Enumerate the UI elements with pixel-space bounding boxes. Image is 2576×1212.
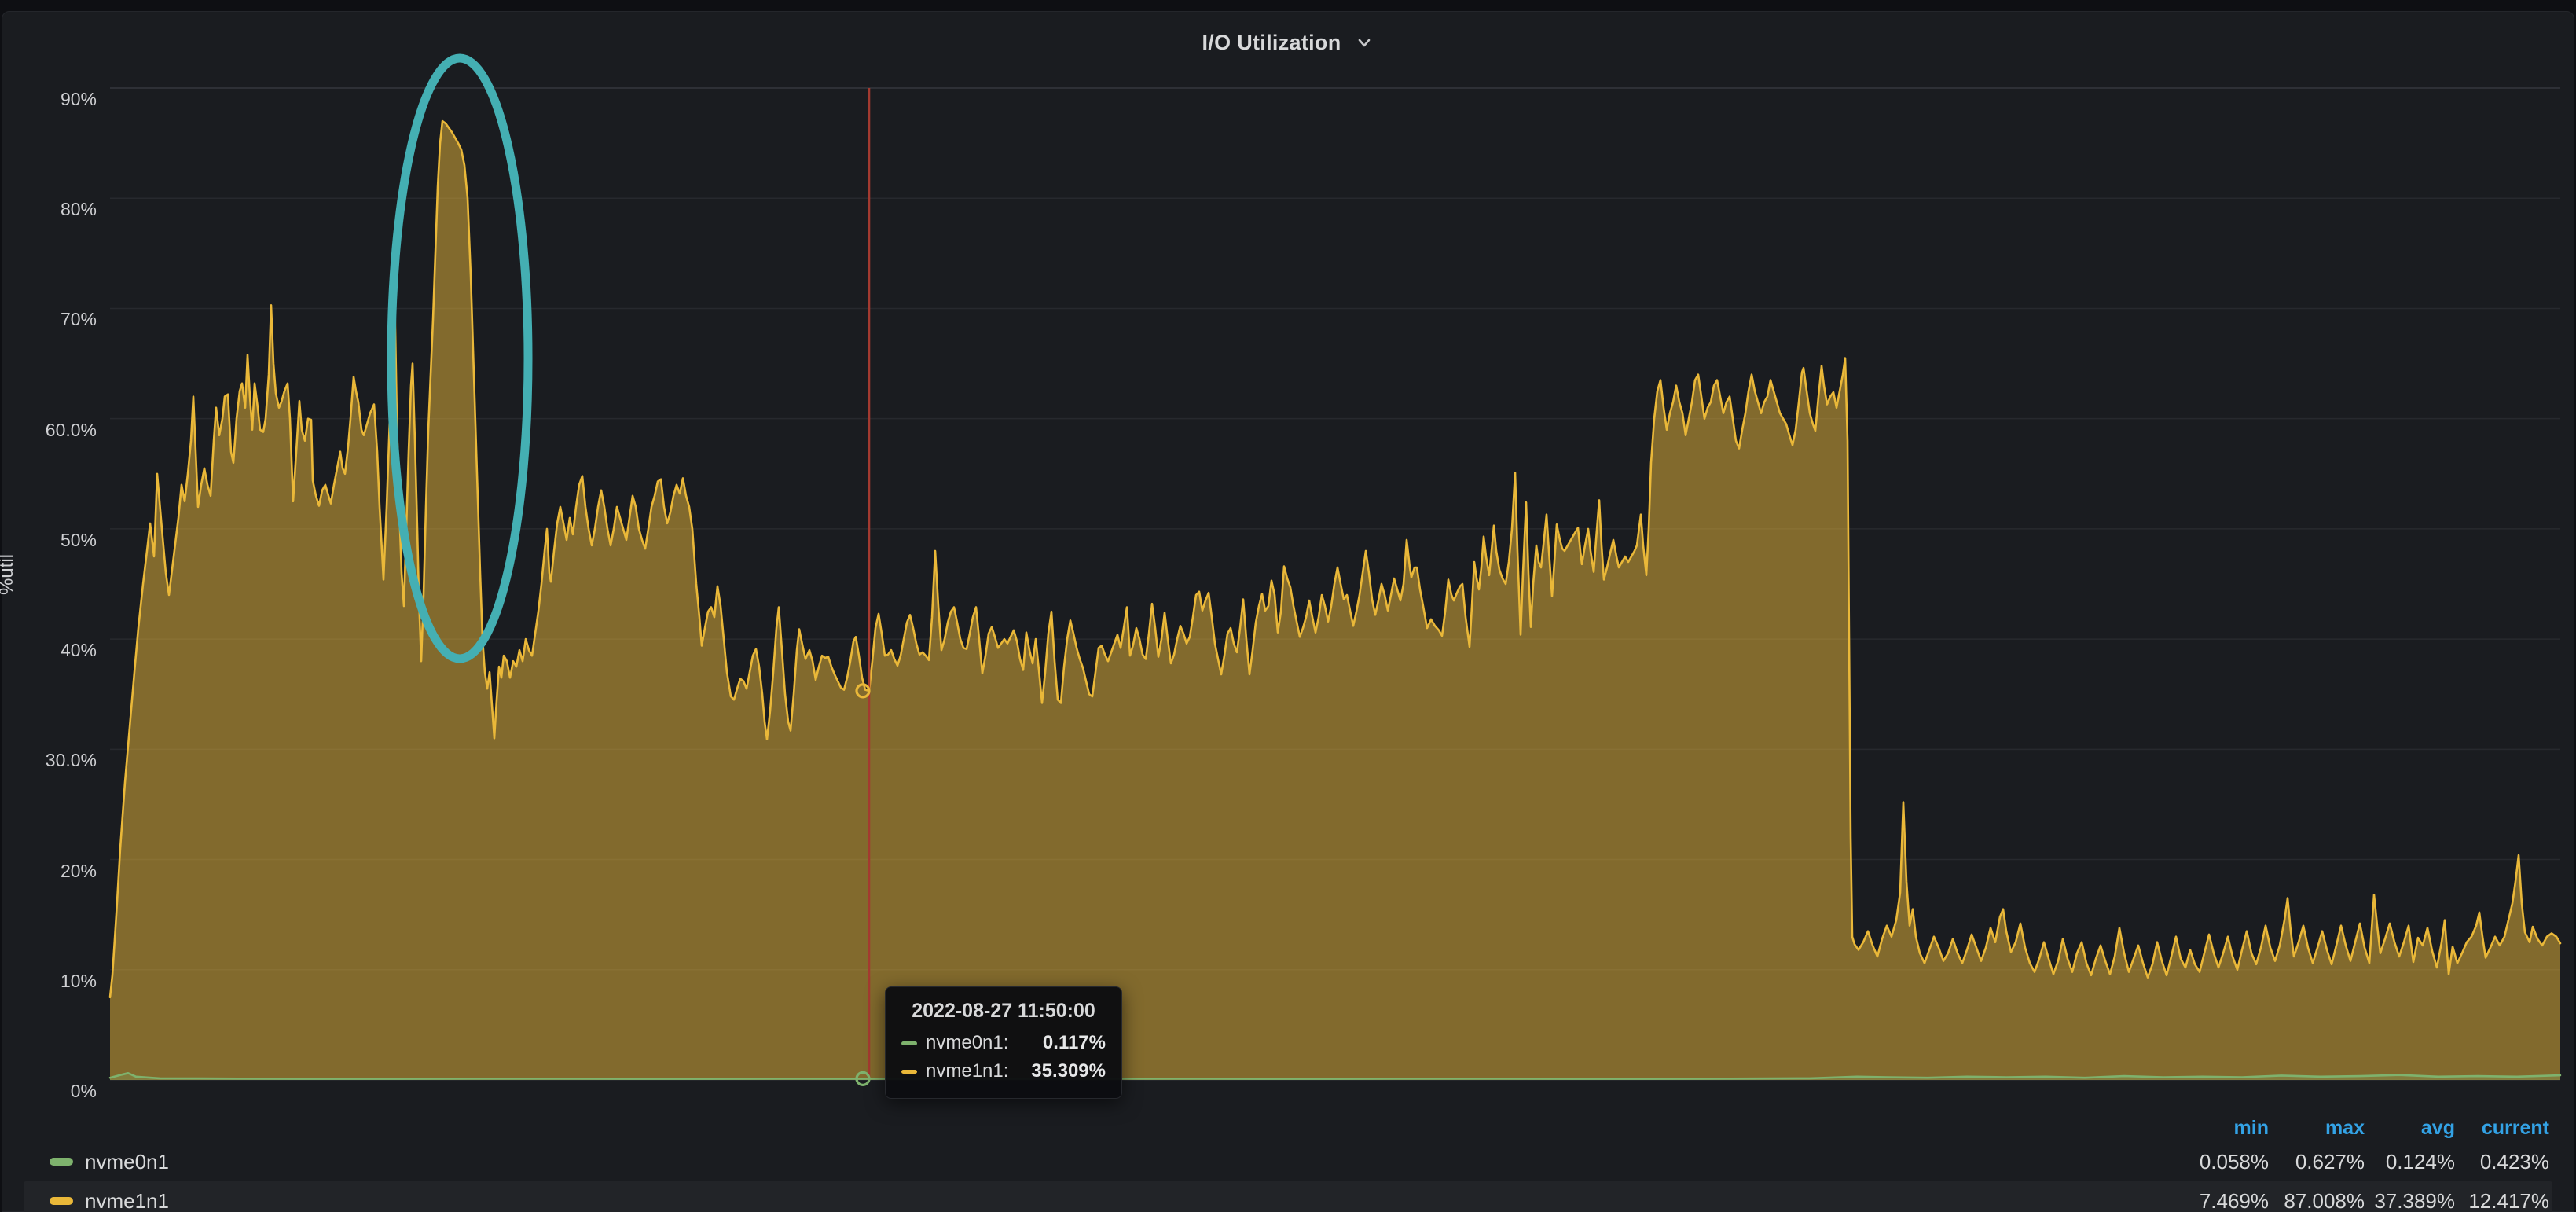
legend-stat-header[interactable]: min <box>2152 1117 2269 1140</box>
legend-row-nvme0n1: nvme0n1 0.058%0.627%0.124%0.423% <box>24 1142 2552 1181</box>
legend-stat-value: 0.423% <box>2455 1150 2549 1174</box>
tooltip-series-value: 35.309% <box>1008 1060 1106 1082</box>
tooltip-row: nvme0n1: 0.117% <box>901 1032 1106 1054</box>
legend-row-nvme1n1: nvme1n1 7.469%87.008%37.389%12.417% <box>24 1181 2552 1212</box>
legend-header-row: minmaxavgcurrent <box>24 1114 2552 1142</box>
hover-tooltip: 2022-08-27 11:50:00 nvme0n1: 0.117% nvme… <box>885 986 1122 1099</box>
page-top-strip <box>0 0 2576 11</box>
legend-series-toggle-nvme1n1[interactable]: nvme1n1 <box>24 1189 2152 1212</box>
grafana-page: I/O Utilization 90%80%70%60.0%50%40%30.0… <box>0 0 2576 1212</box>
legend-stat-value: 0.058% <box>2152 1150 2269 1174</box>
chart-region[interactable]: 90%80%70%60.0%50%40%30.0%20%10%0% %util … <box>2 12 2574 1211</box>
series-color-dash-icon <box>901 1041 917 1045</box>
legend-stat-header[interactable]: max <box>2269 1117 2365 1140</box>
legend-series-toggle-nvme0n1[interactable]: nvme0n1 <box>24 1150 2152 1174</box>
io-utilization-panel: I/O Utilization 90%80%70%60.0%50%40%30.0… <box>2 11 2574 1212</box>
nvme1n1-area <box>110 121 2560 1080</box>
series-color-dash-icon <box>901 1070 917 1074</box>
legend-stat-value: 37.389% <box>2365 1189 2455 1212</box>
legend-stat-value: 0.124% <box>2365 1150 2455 1174</box>
legend-stat-header[interactable]: current <box>2455 1117 2549 1140</box>
legend-stat-value: 7.469% <box>2152 1189 2269 1212</box>
legend-table: minmaxavgcurrent nvme0n1 0.058%0.627%0.124… <box>24 1114 2552 1212</box>
tooltip-timestamp: 2022-08-27 11:50:00 <box>901 1000 1106 1023</box>
legend-series-name[interactable]: nvme0n1 <box>85 1150 169 1174</box>
legend-stat-value: 0.627% <box>2269 1150 2365 1174</box>
timeseries-plot[interactable] <box>2 12 2576 1212</box>
legend-stat-value: 87.008% <box>2269 1189 2365 1212</box>
legend-series-name[interactable]: nvme1n1 <box>85 1189 169 1212</box>
tooltip-row: nvme1n1: 35.309% <box>901 1060 1106 1082</box>
legend-stat-value: 12.417% <box>2455 1189 2549 1212</box>
legend-swatch-icon[interactable] <box>50 1197 73 1205</box>
tooltip-series-name: nvme0n1: <box>926 1032 1008 1054</box>
tooltip-series-name: nvme1n1: <box>926 1060 1008 1082</box>
tooltip-series-value: 0.117% <box>1008 1032 1106 1054</box>
legend-stat-header[interactable]: avg <box>2365 1117 2455 1140</box>
legend-swatch-icon[interactable] <box>50 1158 73 1166</box>
